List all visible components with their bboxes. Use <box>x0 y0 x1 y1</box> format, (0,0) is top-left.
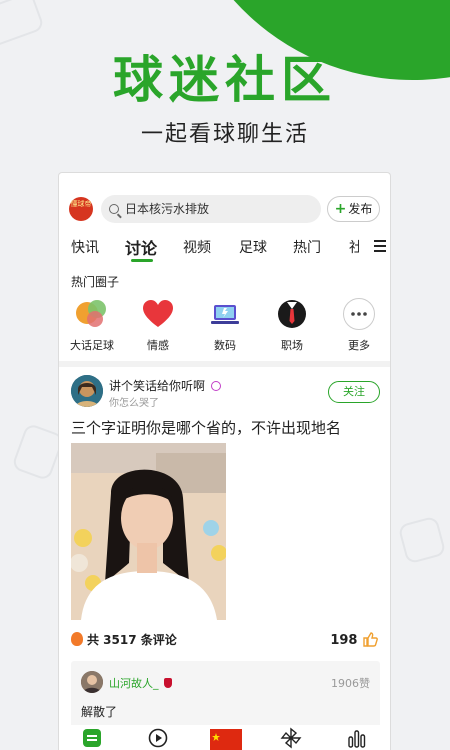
hero-title: 球迷社区 <box>113 51 337 109</box>
suit-icon <box>275 297 309 331</box>
thumbs-up-icon <box>362 631 378 651</box>
author-subtitle: 你怎么哭了 <box>109 398 159 409</box>
bottom-nav <box>59 725 390 750</box>
search-input[interactable]: 日本核污水排放 <box>101 195 321 223</box>
app-logo[interactable]: 懂球帝 <box>69 197 93 221</box>
author-name[interactable]: 讲个笑话给你听啊 <box>109 377 221 394</box>
background-decoration <box>10 422 66 482</box>
stats-icon[interactable] <box>346 727 376 750</box>
like-count-text: 198 <box>330 633 358 648</box>
tab-active-indicator <box>131 259 153 262</box>
logo-text: 懂球帝 <box>70 200 92 208</box>
tab-shipin[interactable]: 视频 <box>183 237 211 257</box>
circle-label: 数码 <box>214 339 236 352</box>
tab-kuaixun[interactable]: 快讯 <box>71 237 99 257</box>
circle-label: 更多 <box>348 339 370 352</box>
avatar[interactable] <box>81 671 103 693</box>
fire-icon <box>71 632 83 646</box>
reply-text: 解散了 <box>81 705 118 719</box>
flag-icon[interactable] <box>210 727 242 750</box>
home-icon[interactable] <box>81 727 111 750</box>
post-button[interactable]: + 发布 <box>327 196 380 222</box>
club-badge-icon <box>164 678 172 688</box>
follow-button[interactable]: 关注 <box>328 381 380 403</box>
circle-label: 职场 <box>281 339 303 352</box>
circle-item[interactable]: 更多 <box>329 297 389 353</box>
tab-bar: 快讯 讨论 视频 足球 热门 社 <box>59 235 390 265</box>
play-icon[interactable] <box>147 727 177 750</box>
circle-item[interactable]: 数码 <box>195 297 255 353</box>
plus-icon: + <box>334 201 347 217</box>
circle-item[interactable]: 情感 <box>128 297 188 353</box>
tab-taolun[interactable]: 讨论 <box>125 235 157 259</box>
more-icon <box>342 297 376 331</box>
reply-author-text: 山河故人_ <box>109 677 159 690</box>
circle-item[interactable]: 职场 <box>262 297 322 353</box>
post-button-label: 发布 <box>348 202 373 216</box>
search-text: 日本核污水排放 <box>125 202 210 216</box>
post-image[interactable] <box>71 443 226 620</box>
comment-count-text: 共 3517 条评论 <box>87 633 177 647</box>
laptop-icon <box>208 297 242 331</box>
chat-bubbles-icon <box>75 297 109 331</box>
menu-icon[interactable] <box>374 240 386 255</box>
search-icon <box>109 204 119 214</box>
app-screen: 懂球帝 日本核污水排放 +发布 快讯 讨论 视频 足球 热门 社 热门圈子 大话… <box>58 172 391 750</box>
search-lens-icon <box>210 381 221 391</box>
tab-zuqiu[interactable]: 足球 <box>239 237 267 257</box>
circle-item[interactable]: 大话足球 <box>62 297 122 353</box>
tab-remen[interactable]: 热门 <box>293 237 321 257</box>
reply-author[interactable]: 山河故人_ <box>109 675 172 691</box>
top-reply[interactable]: 山河故人_ 1906赞 解散了 <box>71 661 380 731</box>
circle-label: 情感 <box>147 339 169 352</box>
avatar[interactable] <box>71 375 103 407</box>
heart-icon <box>141 297 175 331</box>
circle-label: 大话足球 <box>70 339 114 352</box>
top-bar: 懂球帝 日本核污水排放 + 发布 <box>59 193 390 227</box>
like-count[interactable]: 198 <box>330 631 378 651</box>
comment-count[interactable]: 共 3517 条评论 <box>71 631 177 648</box>
tab-partial[interactable]: 社 <box>349 237 359 257</box>
hero-subtitle: 一起看球聊生活 <box>140 122 309 147</box>
reply-like-count[interactable]: 1906赞 <box>331 675 370 691</box>
hot-circles-title: 热门圈子 <box>71 275 120 289</box>
background-decoration <box>397 515 447 565</box>
section-divider <box>59 361 390 367</box>
pinwheel-icon[interactable] <box>280 727 310 750</box>
author-name-text: 讲个笑话给你听啊 <box>109 379 206 393</box>
post-title[interactable]: 三个字证明你是哪个省的，不许出现地名 <box>71 417 341 438</box>
